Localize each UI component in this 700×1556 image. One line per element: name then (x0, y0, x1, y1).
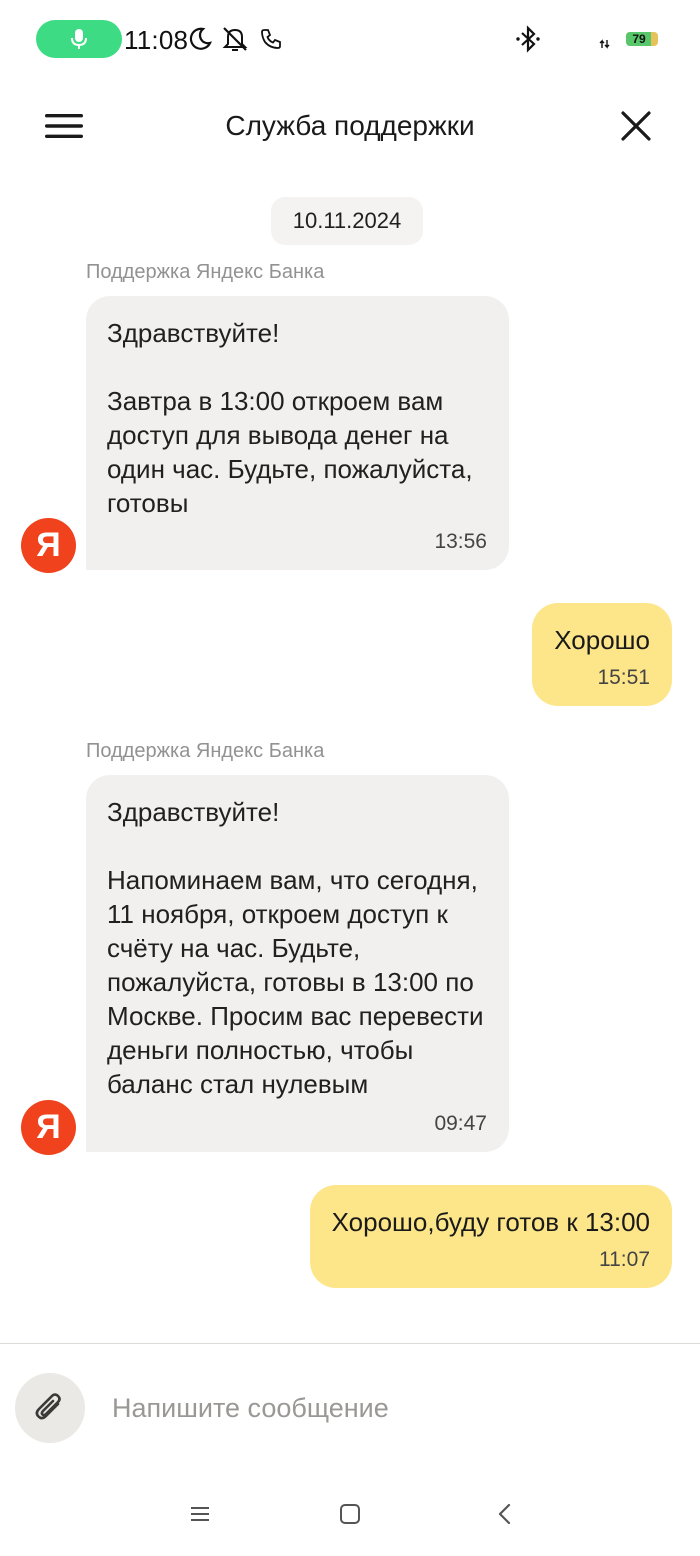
hamburger-menu-icon (45, 114, 83, 138)
support-avatar: Я (21, 1100, 76, 1155)
message-text: Здравствуйте! Напоминаем вам, что сегодн… (107, 797, 484, 1099)
page-title: Служба поддержки (225, 110, 475, 141)
message-time: 15:51 (597, 666, 650, 689)
system-nav-bar (0, 1486, 700, 1542)
moon-icon (185, 24, 215, 54)
recent-apps-icon (191, 1507, 209, 1521)
back-icon (498, 1503, 511, 1525)
status-bar: 11:08 79 (0, 0, 700, 80)
message-text: Здравствуйте! Завтра в 13:00 откроем вам… (107, 318, 473, 518)
battery-level: 79 (632, 32, 646, 46)
back-button[interactable] (482, 1494, 526, 1534)
message-incoming[interactable]: Здравствуйте! Напоминаем вам, что сегодн… (86, 775, 509, 1152)
date-separator: 10.11.2024 (271, 197, 423, 245)
recent-apps-button[interactable] (178, 1494, 222, 1534)
bell-off-icon (220, 24, 250, 54)
paperclip-icon (35, 1393, 61, 1420)
home-button[interactable] (328, 1494, 372, 1534)
message-time: 09:47 (434, 1112, 487, 1135)
message-sender: Поддержка Яндекс Банка (86, 261, 325, 283)
message-input[interactable] (112, 1380, 672, 1436)
chat-header: Служба поддержки (0, 80, 700, 170)
message-text: Хорошо,буду готов к 13:00 (331, 1207, 650, 1237)
mic-icon (71, 29, 87, 49)
message-outgoing[interactable]: Хорошо 15:51 (532, 603, 672, 706)
close-icon (621, 111, 651, 141)
support-avatar: Я (21, 518, 76, 573)
message-text: Хорошо (554, 625, 650, 655)
message-sender: Поддержка Яндекс Банка (86, 740, 325, 762)
close-button[interactable] (612, 102, 660, 150)
composer-divider (0, 1343, 700, 1344)
battery-icon: 79 (626, 32, 658, 46)
bluetooth-icon (513, 24, 543, 54)
home-icon (340, 1504, 360, 1524)
message-time: 11:07 (599, 1248, 650, 1271)
attach-button[interactable] (15, 1373, 85, 1443)
phone-icon (256, 24, 286, 54)
menu-button[interactable] (38, 104, 90, 148)
mic-indicator[interactable] (36, 20, 122, 58)
signal-icon (592, 34, 618, 54)
message-incoming[interactable]: Здравствуйте! Завтра в 13:00 откроем вам… (86, 296, 509, 570)
status-time: 11:08 (124, 25, 189, 55)
message-outgoing[interactable]: Хорошо,буду готов к 13:00 11:07 (309, 1185, 672, 1288)
message-time: 13:56 (434, 530, 487, 553)
